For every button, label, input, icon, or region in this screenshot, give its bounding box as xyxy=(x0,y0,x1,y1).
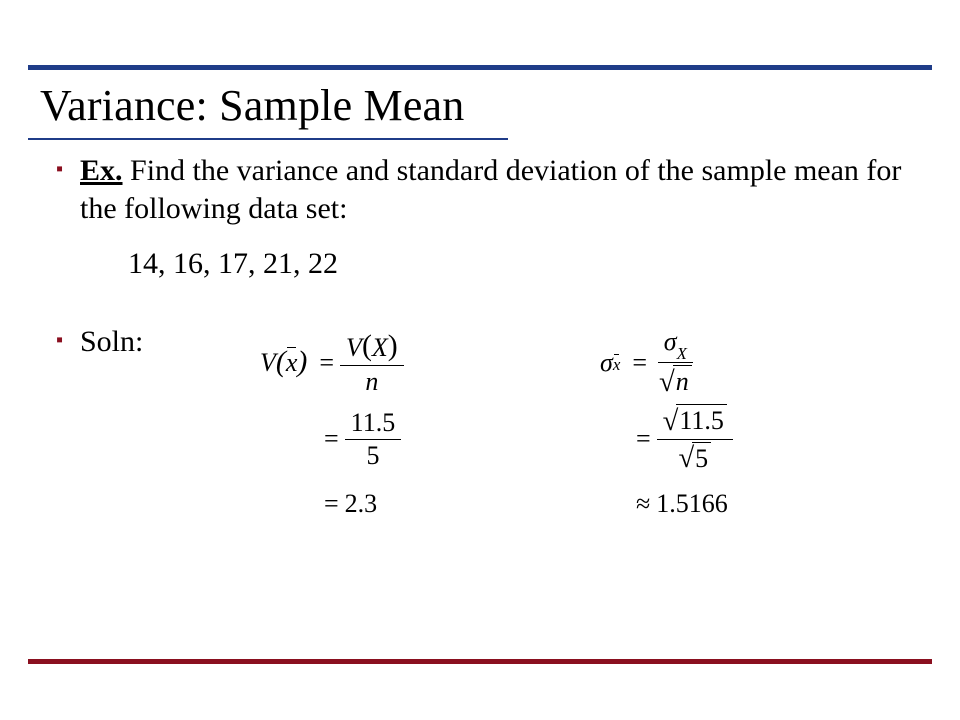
variance-eq-line2: = 11.5 5 xyxy=(260,408,404,470)
var-func-num: V xyxy=(346,333,362,362)
sigma-num-sub: X xyxy=(677,344,687,363)
var-arg-X: X xyxy=(372,333,388,362)
stdev-eq-line2: = √11.5 √5 xyxy=(600,408,733,470)
example-label: Ex. xyxy=(80,154,123,187)
title-underline xyxy=(28,138,508,140)
var-den-n: n xyxy=(359,366,384,395)
equals-sign: = xyxy=(636,424,651,454)
var-step2-num: 11.5 xyxy=(345,409,402,439)
stdev-eq-line3: ≈ 1.5166 xyxy=(600,484,733,524)
sigma-sub-xbar: x xyxy=(613,355,621,375)
var-arg-xbar: x xyxy=(286,348,298,378)
stdev-column: σx = σX √n = √11.5 xyxy=(600,332,733,538)
math-area: V(x) = V(X) n = 11.5 5 xyxy=(0,332,960,592)
stdev-den-n: n xyxy=(673,365,692,397)
equals-sign: = xyxy=(324,424,339,454)
equals-sign: = xyxy=(324,489,339,519)
var-result: 2.3 xyxy=(345,489,378,519)
bullet-example-text: Ex. Find the variance and standard devia… xyxy=(80,152,904,227)
variance-column: V(x) = V(X) n = 11.5 5 xyxy=(260,332,404,538)
bottom-rule xyxy=(28,659,932,664)
equals-sign: = xyxy=(319,348,334,378)
data-values: 14, 16, 17, 21, 22 xyxy=(128,245,904,283)
example-text: Find the variance and standard deviation… xyxy=(80,154,901,225)
variance-eq-line3: = 2.3 xyxy=(260,484,404,524)
stdev-step2-den: 5 xyxy=(692,442,711,474)
approx-sign: ≈ xyxy=(636,489,650,519)
var-step2-den: 5 xyxy=(360,440,385,469)
sigma-num: σ xyxy=(664,327,677,356)
bullet-marker-icon: ▪ xyxy=(56,152,80,186)
sigma-lhs: σ xyxy=(600,348,613,378)
top-rule xyxy=(28,65,932,70)
stdev-result: 1.5166 xyxy=(656,489,728,519)
var-func-lhs: V xyxy=(260,348,276,378)
slide-title: Variance: Sample Mean xyxy=(40,80,464,131)
stdev-step2-num: 11.5 xyxy=(676,404,727,436)
equals-sign: = xyxy=(632,348,647,378)
variance-eq-line1: V(x) = V(X) n xyxy=(260,332,404,394)
bullet-example: ▪ Ex. Find the variance and standard dev… xyxy=(56,152,904,227)
slide: Variance: Sample Mean ▪ Ex. Find the var… xyxy=(0,0,960,720)
stdev-eq-line1: σx = σX √n xyxy=(600,332,733,394)
